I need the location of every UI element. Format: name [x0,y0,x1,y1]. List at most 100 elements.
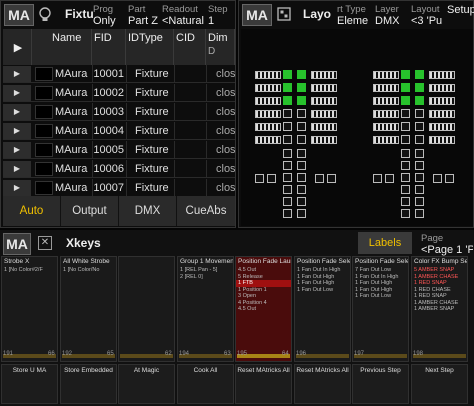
fixture-dot[interactable] [283,83,292,92]
fixture-bar[interactable] [255,84,281,92]
fixture-bar[interactable] [429,84,455,92]
labels-button[interactable]: Labels [358,232,412,254]
fixture-dot[interactable] [401,209,410,218]
expand-icon[interactable]: ▶ [3,142,31,158]
fixture-dot[interactable] [297,122,306,131]
fixture-dot[interactable] [401,149,410,158]
fixture-dot[interactable] [297,83,306,92]
header-step[interactable]: Step 1 [208,4,234,27]
expand-icon[interactable]: ▶ [3,161,31,177]
executor-button[interactable]: Next Step [411,364,468,404]
fixture-bar[interactable] [429,136,455,144]
fixture-dot[interactable] [401,173,410,182]
fixture-dot[interactable] [283,122,292,131]
fixture-dot[interactable] [297,96,306,105]
table-row[interactable]: ▶ MAura 10006 Fixture clos [3,160,235,178]
tab-auto[interactable]: Auto [3,196,61,226]
fixture-dot[interactable] [297,109,306,118]
header-prog[interactable]: Prog Only [93,4,123,27]
fixture-bar[interactable] [255,71,281,79]
fixture-bar[interactable] [429,110,455,118]
header-part[interactable]: Part Part Z [128,4,158,27]
expand-icon[interactable]: ▶ [3,85,31,101]
col-cid[interactable]: CID [174,29,206,65]
col-fid[interactable]: FID [92,29,126,65]
fixture-dot[interactable] [385,174,394,183]
fixture-bar[interactable] [373,84,399,92]
executor-button[interactable]: Reset MAtricks All [235,364,292,404]
fixture-dot[interactable] [415,122,424,131]
fixture-dot[interactable] [415,109,424,118]
fixture-dot[interactable] [445,174,454,183]
fixture-bar[interactable] [255,110,281,118]
fixture-dot[interactable] [415,173,424,182]
executor-button[interactable]: Store U MA [1,364,58,404]
col-name[interactable]: Name [32,29,92,65]
fixture-dot[interactable] [283,185,292,194]
fixture-bar[interactable] [373,97,399,105]
fixture-dot[interactable] [283,149,292,158]
executor-cell[interactable]: Strobe X 1 [No Color#2/F [1,256,58,362]
fixture-bar[interactable] [311,136,337,144]
fixture-dot[interactable] [283,161,292,170]
expand-all-icon[interactable]: ▶ [3,29,32,65]
fixture-dot[interactable] [433,174,442,183]
fixture-dot[interactable] [255,174,264,183]
fixture-dot[interactable] [401,83,410,92]
executor-button[interactable]: Reset MAtricks All [294,364,351,404]
fixture-bar[interactable] [311,84,337,92]
fixture-dot[interactable] [327,174,336,183]
table-row[interactable]: ▶ MAura 10003 Fixture clos [3,103,235,121]
fixture-dot[interactable] [401,185,410,194]
fixture-dot[interactable] [297,173,306,182]
ma-badge[interactable]: MA [4,4,34,26]
ma-badge[interactable]: MA [3,233,31,255]
expand-icon[interactable]: ▶ [3,104,31,120]
fixture-dot[interactable] [315,174,324,183]
fixture-bar[interactable] [311,123,337,131]
tab-cueabs[interactable]: CueAbs [177,196,235,226]
fixture-dot[interactable] [267,174,276,183]
fixture-dot[interactable] [283,96,292,105]
executor-cell[interactable]: Position Fade Launc4.5 Out5 Release1 FTB… [235,256,292,362]
expand-icon[interactable]: ▶ [3,123,31,139]
fixture-bar[interactable] [429,123,455,131]
fixture-dot[interactable] [401,70,410,79]
executor-cell[interactable]: All White Strobe 1 [No Color/No [60,256,117,362]
fixture-dot[interactable] [283,197,292,206]
fixture-bar[interactable] [373,71,399,79]
fixture-dot[interactable] [297,161,306,170]
fixture-dot[interactable] [415,197,424,206]
header-type[interactable]: rt Type Eleme [337,4,371,27]
fixture-dot[interactable] [415,185,424,194]
header-layer[interactable]: Layer DMX [375,4,407,27]
table-row[interactable]: ▶ MAura 10007 Fixture clos [3,179,235,197]
fixture-bar[interactable] [429,97,455,105]
tab-output[interactable]: Output [61,196,119,226]
fixture-dot[interactable] [283,209,292,218]
fixture-bar[interactable] [311,97,337,105]
fixture-dot[interactable] [401,96,410,105]
fixture-bar[interactable] [255,136,281,144]
fixture-dot[interactable] [297,70,306,79]
ma-badge[interactable]: MA [242,4,272,26]
fixture-dot[interactable] [283,173,292,182]
fixture-dot[interactable] [415,161,424,170]
fixture-dot[interactable] [297,197,306,206]
executor-cell[interactable] [118,256,175,362]
header-readout[interactable]: Readout <Natural [162,4,204,27]
fixture-dot[interactable] [283,109,292,118]
fixture-bar[interactable] [373,123,399,131]
close-icon[interactable]: ✕ [38,236,52,250]
header-layout[interactable]: Layout <3 'Pu [411,4,445,27]
executor-button[interactable]: Store Embedded [60,364,117,404]
fixture-dot[interactable] [297,135,306,144]
table-row[interactable]: ▶ MAura 10002 Fixture clos [3,84,235,102]
fixture-dot[interactable] [415,96,424,105]
fixture-dot[interactable] [297,209,306,218]
fixture-dot[interactable] [415,83,424,92]
bulb-icon[interactable] [38,7,52,23]
fixture-bar[interactable] [373,110,399,118]
fixture-dot[interactable] [283,135,292,144]
executor-button[interactable]: Cook All [177,364,234,404]
